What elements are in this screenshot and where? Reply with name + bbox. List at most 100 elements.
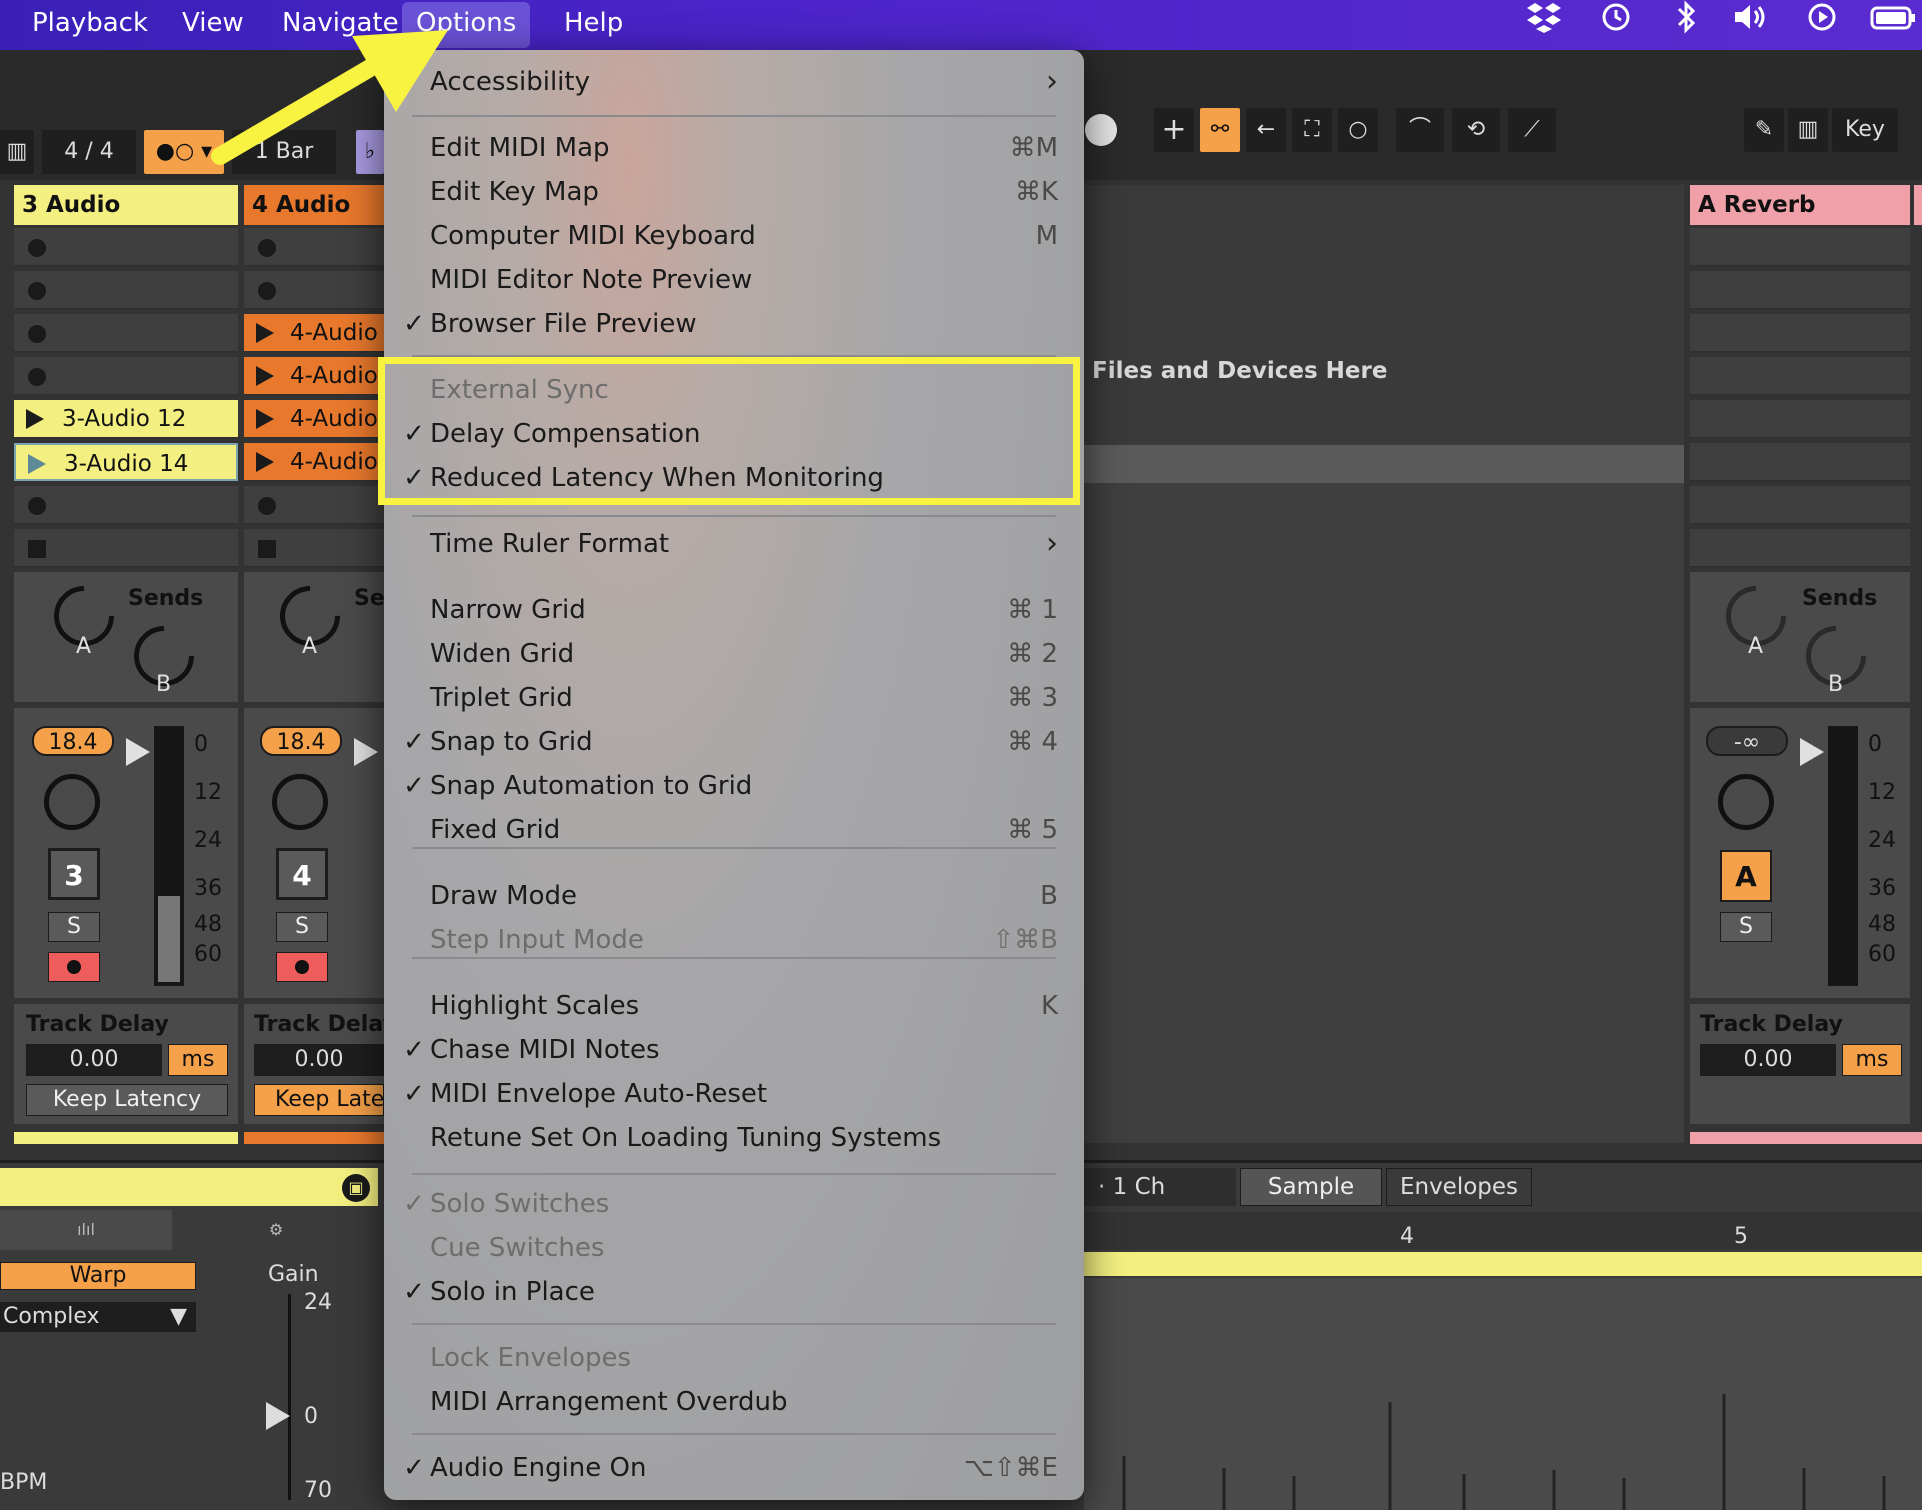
menu-item-snap-automation-to-grid[interactable]: ✓ Snap Automation to Grid: [384, 764, 1084, 808]
clip-4-audio[interactable]: 4-Audio: [244, 400, 384, 438]
warp-mode-select[interactable]: Complex ▼: [0, 1302, 196, 1332]
clip-3-audio-14[interactable]: 3-Audio 14: [14, 443, 238, 481]
menu-item-solo-in-place[interactable]: ✓ Solo in Place: [384, 1270, 1084, 1314]
track-header-a-reverb[interactable]: A Reverb: [1690, 185, 1910, 225]
arm-button[interactable]: [48, 952, 100, 982]
clip-4-audio[interactable]: 4-Audio: [244, 443, 384, 481]
piano-icon[interactable]: ▥: [1788, 108, 1828, 152]
circle-icon[interactable]: ○: [1338, 108, 1378, 152]
record-dot-icon[interactable]: [1085, 114, 1117, 146]
curve-icon[interactable]: ⌒: [1396, 108, 1444, 152]
menu-item-draw-mode[interactable]: Draw Mode B: [384, 874, 1084, 918]
volume-icon[interactable]: [1730, 0, 1774, 50]
menu-item-narrow-grid[interactable]: Narrow Grid ⌘ 1: [384, 588, 1084, 632]
menu-item-time-ruler-format[interactable]: Time Ruler Format ›: [384, 522, 1084, 566]
clip-slot[interactable]: [14, 357, 238, 395]
track-delay-value[interactable]: 0.00: [26, 1044, 162, 1076]
clip-slot[interactable]: [14, 228, 238, 266]
fullscreen-icon[interactable]: ⛶: [1292, 108, 1332, 152]
key-map-button[interactable]: Key: [1832, 108, 1898, 152]
menu-item-midi-arrangement-overdub[interactable]: MIDI Arrangement Overdub: [384, 1380, 1084, 1424]
battery-icon[interactable]: [1870, 0, 1915, 50]
track-activator-3[interactable]: 3: [48, 848, 100, 900]
fader-arrow-icon[interactable]: [354, 738, 378, 766]
menu-item-triplet-grid[interactable]: Triplet Grid ⌘ 3: [384, 676, 1084, 720]
solo-button[interactable]: S: [48, 912, 100, 942]
menu-item-midi-editor-note-preview[interactable]: MIDI Editor Note Preview: [384, 258, 1084, 302]
time-signature[interactable]: 4 / 4: [42, 130, 136, 174]
arrow-left-icon[interactable]: ←: [1246, 108, 1286, 152]
clip-3-audio-12[interactable]: 3-Audio 12: [14, 400, 238, 438]
menu-help[interactable]: Help: [550, 0, 637, 50]
menu-item-retune-set[interactable]: Retune Set On Loading Tuning Systems: [384, 1116, 1084, 1160]
clip-slot[interactable]: [244, 228, 384, 266]
solo-button[interactable]: S: [1720, 912, 1772, 942]
clip-slot[interactable]: [14, 486, 238, 524]
pan-knob[interactable]: [44, 774, 100, 830]
metronome-bars-icon[interactable]: ▥: [0, 130, 34, 174]
menu-item-snap-to-grid[interactable]: ✓ Snap to Grid ⌘ 4: [384, 720, 1084, 764]
volume-value[interactable]: 18.4: [260, 726, 342, 756]
menu-item-midi-envelope-auto-reset[interactable]: ✓ MIDI Envelope Auto-Reset: [384, 1072, 1084, 1116]
menu-item-widen-grid[interactable]: Widen Grid ⌘ 2: [384, 632, 1084, 676]
clip-slot[interactable]: [1690, 400, 1910, 438]
pan-knob[interactable]: [1718, 774, 1774, 830]
clip-slot[interactable]: [1690, 529, 1910, 567]
menu-item-chase-midi-notes[interactable]: ✓ Chase MIDI Notes: [384, 1028, 1084, 1072]
fader-arrow-icon[interactable]: [1800, 738, 1824, 766]
menu-item-highlight-scales[interactable]: Highlight Scales K: [384, 984, 1084, 1028]
menu-item-step-input-mode[interactable]: Step Input Mode ⇧⌘B: [384, 918, 1084, 962]
clip-slot[interactable]: [1690, 271, 1910, 309]
track-header-3-audio[interactable]: 3 Audio: [14, 185, 238, 225]
menu-item-fixed-grid[interactable]: Fixed Grid ⌘ 5: [384, 808, 1084, 852]
menu-item-browser-file-preview[interactable]: ✓ Browser File Preview: [384, 302, 1084, 346]
time-machine-icon[interactable]: [1594, 0, 1638, 50]
clip-stop-slot[interactable]: [244, 529, 384, 567]
menu-item-audio-engine-on[interactable]: ✓ Audio Engine On ⌥⇧⌘E: [384, 1446, 1084, 1490]
track-activator-reverb[interactable]: A: [1720, 850, 1772, 902]
dropbox-icon[interactable]: [1522, 0, 1566, 50]
gain-fader-arrow-icon[interactable]: [266, 1402, 290, 1430]
bluetooth-icon[interactable]: [1664, 0, 1708, 50]
keep-latency-button[interactable]: Keep Latency: [26, 1084, 228, 1116]
plus-icon[interactable]: +: [1154, 108, 1194, 152]
solo-button[interactable]: S: [276, 912, 328, 942]
menu-item-edit-midi-map[interactable]: Edit MIDI Map ⌘M: [384, 126, 1084, 170]
clip-slot[interactable]: [14, 271, 238, 309]
waveform-display[interactable]: [1084, 1278, 1922, 1510]
drop-area[interactable]: [1084, 185, 1684, 445]
warp-button[interactable]: Warp: [0, 1262, 196, 1290]
menu-item-edit-key-map[interactable]: Edit Key Map ⌘K: [384, 170, 1084, 214]
settings-tab-icon[interactable]: ⚙: [174, 1210, 378, 1250]
waveform-tab-icon[interactable]: ılıl: [0, 1210, 172, 1250]
fader-arrow-icon[interactable]: [126, 738, 150, 766]
clip-slot[interactable]: [244, 486, 384, 524]
volume-value[interactable]: -∞: [1706, 726, 1788, 756]
save-icon[interactable]: ▣: [342, 1174, 370, 1202]
clip-4-audio[interactable]: 4-Audio: [244, 357, 384, 395]
clip-slot[interactable]: [1690, 357, 1910, 395]
clip-slot[interactable]: [1690, 443, 1910, 481]
arm-button[interactable]: [276, 952, 328, 982]
link-icon[interactable]: ⚯: [1200, 108, 1240, 152]
menu-item-computer-midi-keyboard[interactable]: Computer MIDI Keyboard M: [384, 214, 1084, 258]
volume-value[interactable]: 18.4: [32, 726, 114, 756]
keep-latency-button[interactable]: Keep Late: [254, 1084, 384, 1116]
clip-slot[interactable]: [1690, 314, 1910, 352]
track-delay-unit[interactable]: ms: [168, 1044, 228, 1076]
clip-slot[interactable]: [1690, 486, 1910, 524]
track-activator-4[interactable]: 4: [276, 848, 328, 900]
clip-4-audio[interactable]: 4-Audio: [244, 314, 384, 352]
pencil-icon[interactable]: ✎: [1744, 108, 1784, 152]
clip-slot[interactable]: [244, 271, 384, 309]
track-delay-unit[interactable]: ms: [1842, 1044, 1902, 1076]
play-circle-icon[interactable]: [1800, 0, 1844, 50]
menu-playback[interactable]: Playback: [18, 0, 162, 50]
menu-item-lock-envelopes[interactable]: Lock Envelopes: [384, 1336, 1084, 1380]
track-delay-value[interactable]: 0.00: [254, 1044, 384, 1076]
loop-icon[interactable]: ⟲: [1452, 108, 1500, 152]
time-ruler[interactable]: [1084, 1212, 1922, 1250]
clip-stop-slot[interactable]: [14, 529, 238, 567]
menu-item-solo-switches[interactable]: ✓ Solo Switches: [384, 1182, 1084, 1226]
tab-sample[interactable]: Sample: [1240, 1168, 1382, 1206]
